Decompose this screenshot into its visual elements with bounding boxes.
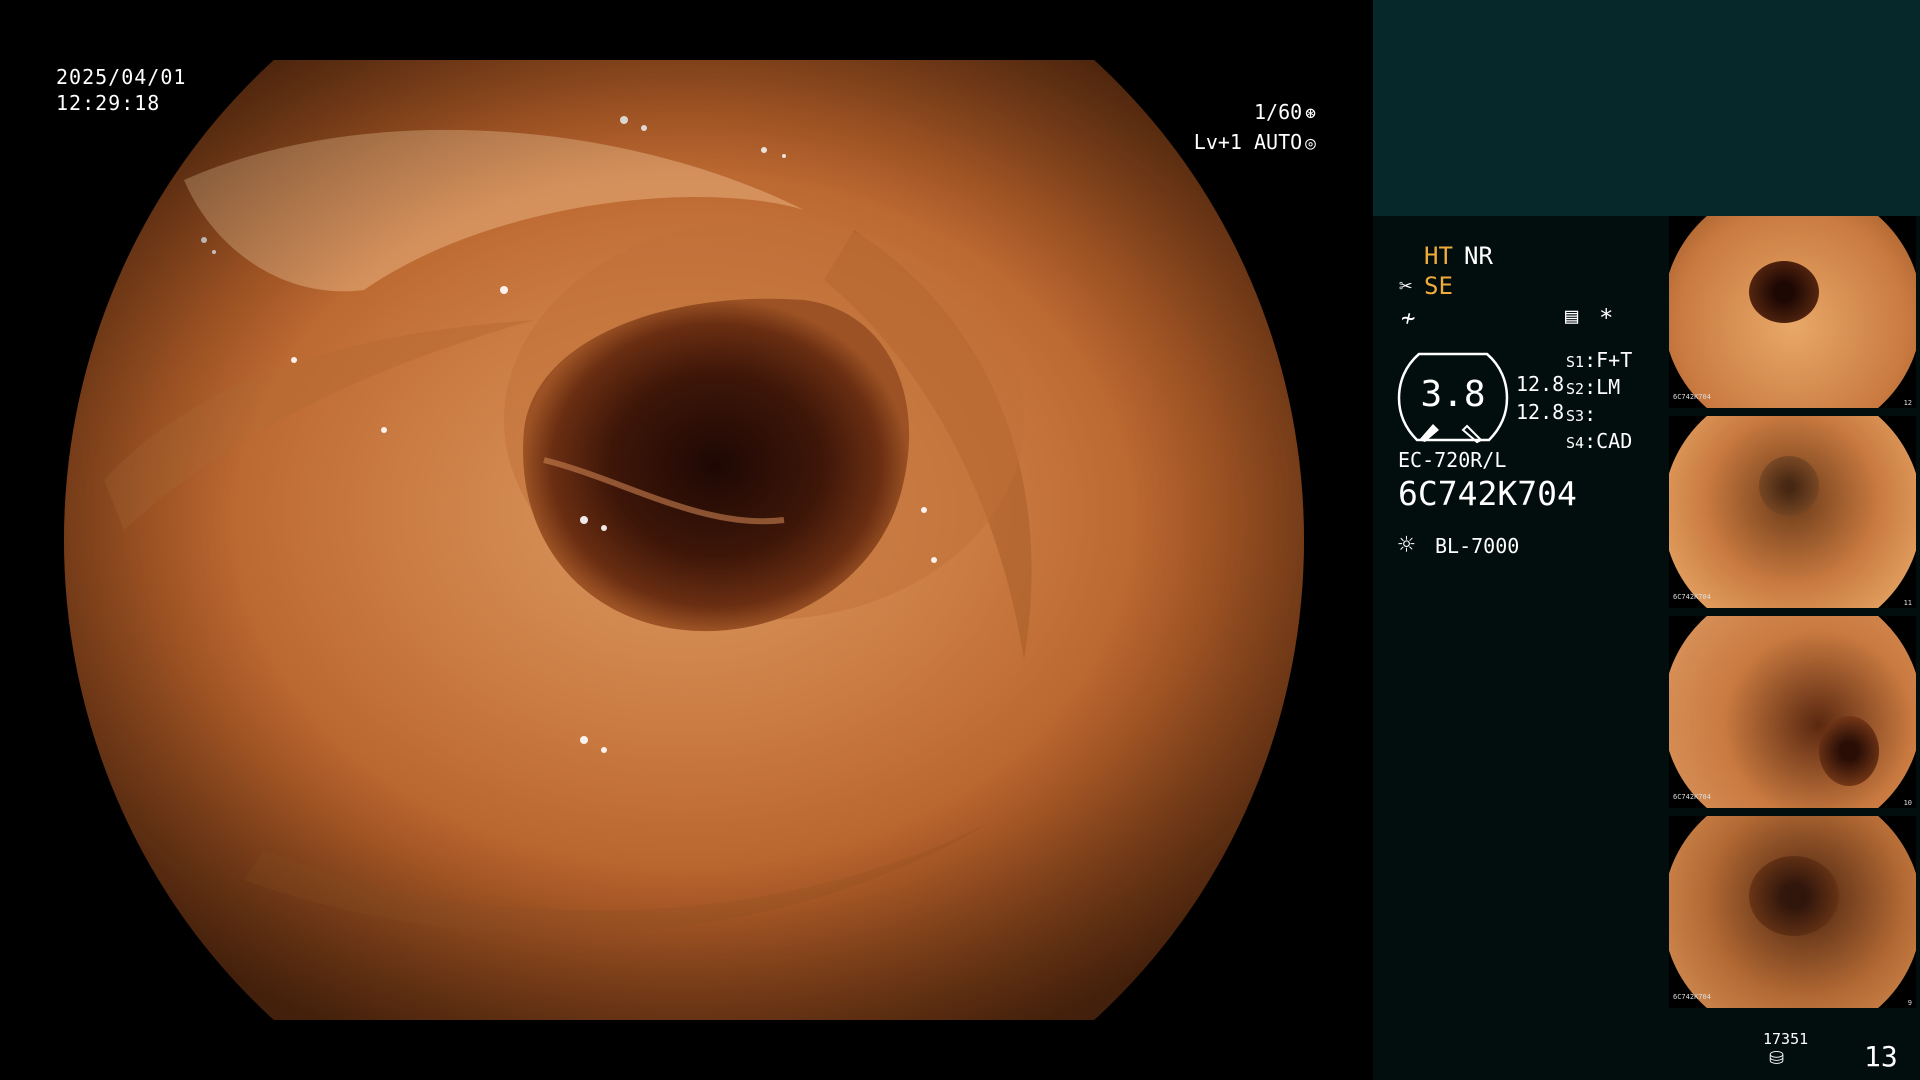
nr-indicator: NR	[1464, 242, 1493, 270]
thumbnail-lumen	[1759, 456, 1819, 516]
iris-mode: Lv+1 AUTO	[1193, 130, 1303, 154]
exposure-overlay: 1/60 ⊛ Lv+1 AUTO ◎	[1096, 98, 1316, 158]
scissors-icon: ✂	[1399, 274, 1413, 299]
captured-thumbnail-1[interactable]: 6C742K704 12	[1669, 216, 1916, 408]
shutter-speed: 1/60	[1253, 100, 1303, 124]
switch-key: S3	[1566, 407, 1585, 425]
time-label: 12:29:18	[56, 91, 161, 115]
value-readouts: 12.8 12.8	[1516, 370, 1564, 426]
thumbnail-counter: 10	[1903, 799, 1912, 807]
switch-key: S4	[1566, 434, 1585, 452]
thumbnail-counter: 11	[1903, 599, 1912, 607]
asterisk-icon: *	[1599, 304, 1614, 332]
value-readout-1: 12.8	[1516, 372, 1565, 396]
thumbnail-id: 6C742K704	[1673, 593, 1711, 601]
thumbnail-id: 6C742K704	[1673, 993, 1711, 1001]
switch-value: CAD	[1596, 429, 1633, 453]
panel-header-area	[1373, 0, 1920, 216]
switch-value: LM	[1596, 375, 1621, 399]
switch-key: S1	[1566, 353, 1585, 371]
scope-switch-settings: S1:F+T S2:LM S3: S4:CAD	[1566, 348, 1633, 453]
colon-lumen-image	[64, 60, 1304, 1020]
value-readout-2: 12.8	[1516, 400, 1565, 424]
database-icon: ⛁	[1769, 1048, 1785, 1069]
thumbnail-counter: 12	[1903, 399, 1912, 407]
aperture-icon: ⊛	[1305, 103, 1316, 124]
thumbnail-lumen	[1749, 261, 1819, 323]
thumbnail-counter: 9	[1907, 999, 1912, 1007]
thumbnail-id: 6C742K704	[1673, 393, 1711, 401]
light-source-icon: ☼	[1398, 528, 1415, 561]
captured-thumbnail-3[interactable]: 6C742K704 10	[1669, 616, 1916, 808]
date-time-overlay: 2025/04/01 12:29:18	[56, 64, 186, 116]
thumbnail-image	[1669, 616, 1916, 808]
zoom-value: 3.8	[1420, 374, 1486, 415]
scope-serial: 6C742K704	[1398, 474, 1577, 513]
switch-value: F+T	[1596, 348, 1633, 372]
image-counter: 13	[1864, 1040, 1898, 1073]
endoscope-live-view	[64, 60, 1304, 1020]
storage-count: 17351	[1763, 1030, 1809, 1048]
thumbnail-lumen	[1819, 716, 1879, 786]
captured-thumbnail-4[interactable]: 6C742K704 9	[1669, 816, 1916, 1008]
thumbnail-id: 6C742K704	[1673, 793, 1711, 801]
switch-key: S2	[1566, 380, 1585, 398]
captured-thumbnail-2[interactable]: 6C742K704 11	[1669, 416, 1916, 608]
info-panel: HT NR ✂ SE ≁ ▤ * 3.8 12.8 12.8 S1:F+T S2…	[1373, 0, 1920, 1080]
light-source-label: BL-7000	[1435, 534, 1520, 558]
ht-indicator: HT	[1424, 242, 1453, 270]
se-indicator: SE	[1424, 272, 1453, 300]
date-label: 2025/04/01	[56, 65, 187, 89]
thumbnail-lumen	[1749, 856, 1839, 936]
auto-iris-icon: ◎	[1305, 133, 1316, 154]
scope-model: EC-720R/L	[1398, 448, 1507, 472]
menu-icon: ▤	[1565, 304, 1579, 329]
noise-reduction-icon: ≁	[1401, 304, 1416, 332]
